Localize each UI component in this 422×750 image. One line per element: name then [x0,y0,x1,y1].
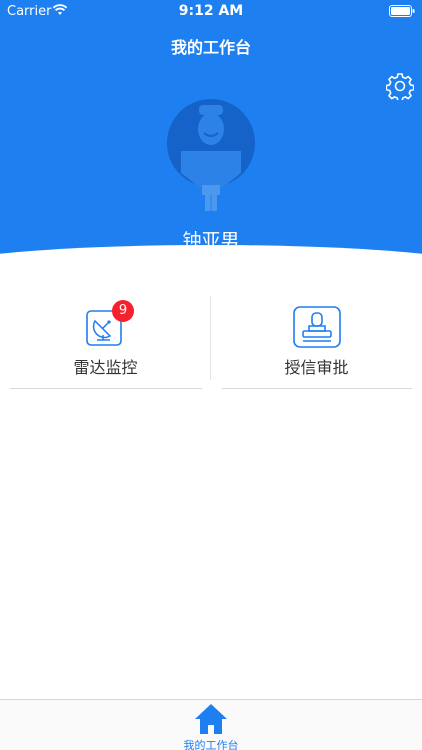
clock: 9:12 AM [178,3,244,19]
stamp-icon [293,306,341,348]
credit-approval-tile[interactable]: 授信审批 [211,290,422,390]
avatar[interactable] [166,99,256,211]
row-separator [10,388,202,389]
tab-workspace[interactable]: 我的工作台 [171,700,251,750]
credit-approval-label: 授信审批 [284,358,349,377]
battery-icon [389,5,415,17]
home-icon [195,704,227,734]
radar-monitor-tile[interactable]: 9 雷达监控 [0,290,211,390]
status-bar: Carrier 9:12 AM [0,0,422,22]
page-title: 我的工作台 [170,38,251,57]
row-separator [222,388,412,389]
settings-gear-icon[interactable] [386,72,414,100]
tab-workspace-label: 我的工作台 [183,739,239,750]
notification-badge: 9 [112,300,134,322]
tab-bar: 我的工作台 [0,699,422,750]
radar-monitor-label: 雷达监控 [73,358,138,377]
user-name: 钟亚男 [182,230,240,252]
